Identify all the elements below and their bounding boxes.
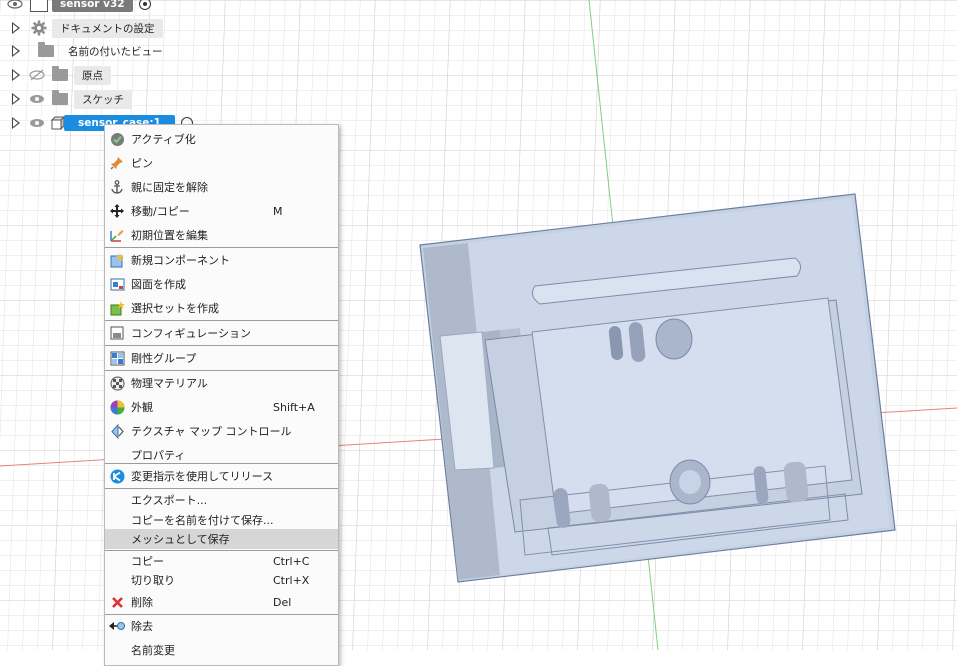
release-icon — [109, 468, 125, 484]
browser-item-document-settings[interactable]: ドキュメントの設定 — [12, 18, 163, 38]
edit-position-icon — [109, 227, 125, 243]
menu-item-edit-home-position[interactable]: 初期位置を編集 — [105, 223, 338, 247]
move-icon — [109, 203, 125, 219]
browser-root-label[interactable]: sensor v32 — [52, 0, 133, 12]
remove-icon — [109, 618, 125, 634]
menu-item-label: 移動/コピー — [131, 205, 190, 218]
menu-item-shortcut: M — [273, 204, 283, 218]
menu-item-rename[interactable]: 名前変更 — [105, 638, 338, 662]
menu-item-configuration[interactable]: コンフィギュレーション — [105, 321, 338, 345]
menu-item-remove[interactable]: 除去 — [105, 614, 338, 638]
folder-icon — [38, 42, 54, 57]
expand-triangle-icon[interactable] — [12, 117, 20, 129]
drawing-icon — [109, 276, 125, 292]
menu-item-label: 物理マテリアル — [131, 377, 208, 390]
menu-item-shortcut: Ctrl+X — [273, 573, 310, 587]
menu-item-label: コピーを名前を付けて保存... — [131, 514, 274, 527]
activate-check-icon — [109, 131, 125, 147]
browser-item-label[interactable]: ドキュメントの設定 — [52, 18, 163, 38]
gear-icon — [30, 19, 48, 37]
active-radio-icon[interactable] — [138, 0, 151, 10]
expand-triangle-icon[interactable] — [12, 93, 20, 105]
expand-triangle-icon[interactable] — [12, 69, 20, 81]
menu-item-texture-map-controls[interactable]: テクスチャ マップ コントロール — [105, 419, 338, 443]
menu-item-shortcut: Shift+A — [273, 400, 315, 414]
menu-item-save-as-mesh[interactable]: メッシュとして保存 — [105, 529, 338, 549]
anchor-icon — [109, 179, 125, 195]
menu-item-cut[interactable]: 切り取り Ctrl+X — [105, 568, 338, 592]
new-component-icon — [109, 252, 125, 268]
texture-map-icon — [109, 423, 125, 439]
expand-triangle-icon[interactable] — [12, 45, 20, 57]
rigid-group-icon — [109, 350, 125, 366]
sensor-case-model[interactable] — [419, 193, 896, 583]
menu-item-activate[interactable]: アクティブ化 — [105, 127, 338, 151]
menu-item-label: 剛性グループ — [131, 352, 197, 365]
menu-item-label: 変更指示を使用してリリース — [131, 470, 274, 483]
menu-item-label: エクスポート... — [131, 494, 208, 507]
browser-item-origin[interactable]: 原点 — [12, 65, 111, 85]
menu-item-label: 図面を作成 — [131, 278, 186, 291]
eye-icon[interactable] — [0, 0, 30, 14]
menu-item-release[interactable]: 変更指示を使用してリリース — [105, 464, 338, 488]
pin-icon — [109, 155, 125, 171]
browser-item-label[interactable]: スケッチ — [74, 89, 132, 109]
menu-item-label: コンフィギュレーション — [131, 327, 252, 340]
menu-item-label: 選択セットを作成 — [131, 302, 219, 315]
folder-icon — [52, 66, 68, 81]
browser-item-label[interactable]: 名前の付いたビュー — [60, 42, 171, 61]
menu-item-new-component[interactable]: 新規コンポーネント — [105, 248, 338, 272]
menu-item-shortcut: Del — [273, 595, 292, 609]
browser-item-named-views[interactable]: 名前の付いたビュー — [12, 41, 171, 61]
menu-item-pin[interactable]: ピン — [105, 151, 338, 175]
selection-set-icon — [109, 300, 125, 316]
menu-item-move-copy[interactable]: 移動/コピー M — [105, 199, 338, 223]
menu-item-shortcut: Ctrl+C — [273, 554, 310, 568]
menu-item-label: アクティブ化 — [131, 133, 196, 146]
menu-item-label: プロパティ — [131, 449, 186, 462]
menu-item-appearance[interactable]: 外観 Shift+A — [105, 395, 338, 419]
browser-item-sketches[interactable]: スケッチ — [12, 89, 132, 109]
appearance-icon — [109, 399, 125, 415]
eye-icon[interactable] — [26, 113, 48, 133]
menu-item-label: 初期位置を編集 — [131, 229, 208, 242]
menu-item-label: メッシュとして保存 — [131, 533, 230, 546]
menu-item-rigid-group[interactable]: 剛性グループ — [105, 346, 338, 370]
eye-icon[interactable] — [26, 89, 48, 109]
menu-item-label: テクスチャ マップ コントロール — [131, 425, 292, 438]
menu-item-label: 親に固定を解除 — [131, 181, 208, 194]
menu-item-delete[interactable]: 削除 Del — [105, 590, 338, 614]
browser-root-row[interactable]: sensor v32 — [0, 0, 151, 14]
material-icon — [109, 375, 125, 391]
menu-item-physical-material[interactable]: 物理マテリアル — [105, 371, 338, 395]
menu-item-create-selection-set[interactable]: 選択セットを作成 — [105, 296, 338, 320]
menu-item-label: 除去 — [131, 620, 153, 633]
document-icon — [30, 0, 48, 12]
folder-icon — [52, 90, 68, 105]
context-menu: アクティブ化 ピン 親に固定を解除 移動/コピー M 初期位置を編集 新規コンポ… — [104, 124, 339, 666]
expand-triangle-icon[interactable] — [12, 22, 20, 34]
menu-item-label: ピン — [131, 157, 153, 170]
eye-hidden-icon[interactable] — [26, 65, 48, 85]
delete-x-icon — [109, 594, 125, 610]
configuration-icon — [109, 325, 125, 341]
menu-item-unground[interactable]: 親に固定を解除 — [105, 175, 338, 199]
browser-item-label[interactable]: 原点 — [74, 65, 111, 85]
menu-item-label: 新規コンポーネント — [131, 254, 230, 267]
menu-item-label: 削除 — [131, 596, 153, 609]
menu-item-label: 名前変更 — [131, 644, 175, 657]
menu-item-create-drawing[interactable]: 図面を作成 — [105, 272, 338, 296]
